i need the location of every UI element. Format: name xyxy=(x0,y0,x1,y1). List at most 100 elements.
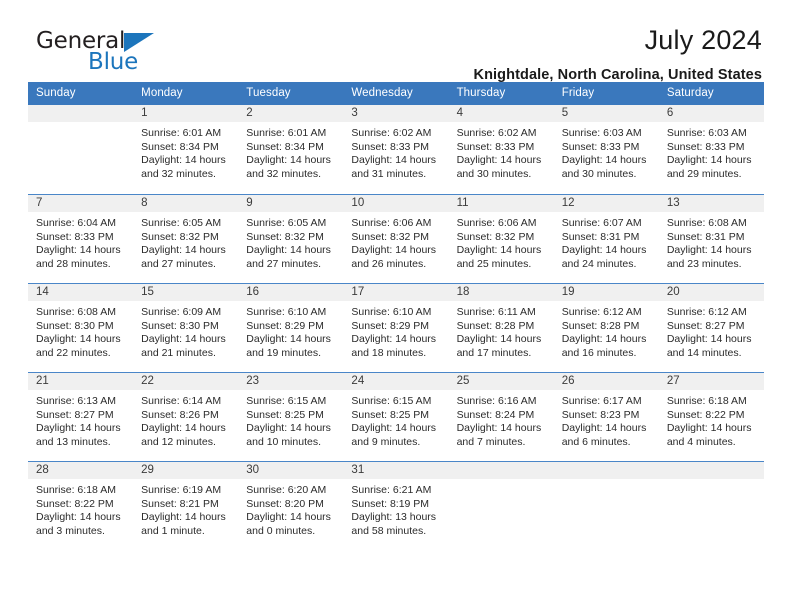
sunrise-text: Sunrise: 6:21 AM xyxy=(351,484,432,496)
day-number: 7 xyxy=(28,195,134,212)
calendar-day-cell[interactable]: 2 Sunrise: 6:01 AM Sunset: 8:34 PM Daylight… xyxy=(238,105,344,194)
calendar-day-cell[interactable]: 9 Sunrise: 6:05 AM Sunset: 8:32 PM Daylight… xyxy=(238,195,344,283)
sunset-text: Sunset: 8:24 PM xyxy=(456,408,535,421)
weekday-header-friday: Friday xyxy=(561,87,595,99)
calendar-day-cell[interactable]: 6 Sunrise: 6:03 AM Sunset: 8:33 PM Daylight… xyxy=(658,105,764,194)
day-number xyxy=(658,462,764,479)
daylight-text: Daylight: 14 hours and 10 minutes. xyxy=(246,422,331,448)
calendar-day-cell[interactable]: 28 Sunrise: 6:18 AM Sunset: 8:22 PM Dayligh… xyxy=(28,462,134,550)
day-sun-info: Sunrise: 6:01 AM Sunset: 8:34 PM Daylight:… xyxy=(238,122,343,181)
day-number: 30 xyxy=(238,462,344,479)
weekday-header-monday: Monday xyxy=(141,87,183,99)
calendar-day-cell[interactable]: 19 Sunrise: 6:12 AM Sunset: 8:28 PM Dayligh… xyxy=(553,284,659,372)
calendar-day-cell[interactable]: 27 Sunrise: 6:18 AM Sunset: 8:22 PM Dayligh… xyxy=(658,373,764,461)
calendar-day-cell[interactable]: 25 Sunrise: 6:16 AM Sunset: 8:24 PM Dayligh… xyxy=(448,373,554,461)
day-sun-info: Sunrise: 6:07 AM Sunset: 8:31 PM Daylight:… xyxy=(554,212,659,271)
sunrise-text: Sunrise: 6:08 AM xyxy=(36,306,116,318)
day-sun-info: Sunrise: 6:14 AM Sunset: 8:26 PM Daylight:… xyxy=(133,390,238,449)
sunrise-text: Sunrise: 6:16 AM xyxy=(456,395,537,407)
sunrise-text: Sunrise: 6:10 AM xyxy=(246,306,327,318)
sunset-text: Sunset: 8:28 PM xyxy=(561,319,640,332)
calendar-day-cell[interactable]: 1 Sunrise: 6:01 AM Sunset: 8:34 PM Daylight… xyxy=(133,105,239,194)
sunset-text: Sunset: 8:32 PM xyxy=(351,230,430,243)
daylight-text: Daylight: 14 hours and 6 minutes. xyxy=(561,422,647,448)
day-sun-info: Sunrise: 6:03 AM Sunset: 8:33 PM Daylight:… xyxy=(554,122,659,181)
sunset-text: Sunset: 8:31 PM xyxy=(666,230,745,243)
daylight-text: Daylight: 14 hours and 3 minutes. xyxy=(36,511,121,537)
calendar-day-cell[interactable]: 26 Sunrise: 6:17 AM Sunset: 8:23 PM Dayligh… xyxy=(553,373,659,461)
calendar-day-cell[interactable]: 13 Sunrise: 6:08 AM Sunset: 8:31 PM Dayligh… xyxy=(658,195,764,283)
day-number: 26 xyxy=(553,373,659,390)
daylight-text: Daylight: 14 hours and 27 minutes. xyxy=(246,244,331,270)
day-number: 10 xyxy=(343,195,449,212)
sunset-text: Sunset: 8:30 PM xyxy=(141,319,219,332)
day-number: 11 xyxy=(448,195,554,212)
calendar-day-cell[interactable]: 20 Sunrise: 6:12 AM Sunset: 8:27 PM Dayligh… xyxy=(658,284,764,372)
sunset-text: Sunset: 8:30 PM xyxy=(36,319,114,332)
calendar-week-row: 21 Sunrise: 6:13 AM Sunset: 8:27 PM Dayligh… xyxy=(28,372,764,461)
sunset-text: Sunset: 8:31 PM xyxy=(561,230,640,243)
sunset-text: Sunset: 8:34 PM xyxy=(246,140,324,153)
sunrise-text: Sunrise: 6:05 AM xyxy=(141,217,222,229)
weekday-header-tuesday: Tuesday xyxy=(246,87,291,99)
calendar-week-row: 14 Sunrise: 6:08 AM Sunset: 8:30 PM Dayligh… xyxy=(28,283,764,372)
calendar-day-cell[interactable]: 16 Sunrise: 6:10 AM Sunset: 8:29 PM Dayligh… xyxy=(238,284,344,372)
calendar-day-cell[interactable]: 11 Sunrise: 6:06 AM Sunset: 8:32 PM Dayligh… xyxy=(448,195,554,283)
calendar-day-cell[interactable]: 5 Sunrise: 6:03 AM Sunset: 8:33 PM Daylight… xyxy=(553,105,659,194)
calendar-day-cell[interactable]: 17 Sunrise: 6:10 AM Sunset: 8:29 PM Dayligh… xyxy=(343,284,449,372)
calendar-day-cell[interactable]: 23 Sunrise: 6:15 AM Sunset: 8:25 PM Dayligh… xyxy=(238,373,344,461)
day-number: 24 xyxy=(343,373,449,390)
page-subtitle: Knightdale, North Carolina, United State… xyxy=(473,66,762,83)
calendar-day-cell[interactable]: 24 Sunrise: 6:15 AM Sunset: 8:25 PM Dayligh… xyxy=(343,373,449,461)
calendar-day-cell[interactable]: 7 Sunrise: 6:04 AM Sunset: 8:33 PM Daylight… xyxy=(28,195,134,283)
day-number: 3 xyxy=(343,105,449,122)
calendar-day-cell[interactable]: 30 Sunrise: 6:20 AM Sunset: 8:20 PM Dayligh… xyxy=(238,462,344,550)
sunset-text: Sunset: 8:23 PM xyxy=(561,408,640,421)
calendar-day-cell[interactable]: 29 Sunrise: 6:19 AM Sunset: 8:21 PM Dayligh… xyxy=(133,462,239,550)
sunrise-text: Sunrise: 6:13 AM xyxy=(36,395,116,407)
daylight-text: Daylight: 14 hours and 19 minutes. xyxy=(246,333,331,359)
daylight-text: Daylight: 14 hours and 30 minutes. xyxy=(561,154,647,180)
daylight-text: Daylight: 14 hours and 24 minutes. xyxy=(561,244,647,270)
calendar-day-cell[interactable]: 31 Sunrise: 6:21 AM Sunset: 8:19 PM Dayligh… xyxy=(343,462,449,550)
calendar-day-cell[interactable]: 22 Sunrise: 6:14 AM Sunset: 8:26 PM Dayligh… xyxy=(133,373,239,461)
day-sun-info: Sunrise: 6:06 AM Sunset: 8:32 PM Daylight:… xyxy=(343,212,448,271)
calendar-day-cell[interactable]: 15 Sunrise: 6:09 AM Sunset: 8:30 PM Dayligh… xyxy=(133,284,239,372)
calendar-day-cell[interactable]: 10 Sunrise: 6:06 AM Sunset: 8:32 PM Dayligh… xyxy=(343,195,449,283)
sunset-text: Sunset: 8:33 PM xyxy=(561,140,640,153)
daylight-text: Daylight: 14 hours and 25 minutes. xyxy=(456,244,542,270)
calendar-day-cell[interactable]: 18 Sunrise: 6:11 AM Sunset: 8:28 PM Dayligh… xyxy=(448,284,554,372)
day-sun-info: Sunrise: 6:12 AM Sunset: 8:28 PM Daylight:… xyxy=(554,301,659,360)
day-sun-info: Sunrise: 6:06 AM Sunset: 8:32 PM Daylight:… xyxy=(449,212,554,271)
calendar-day-cell[interactable]: 12 Sunrise: 6:07 AM Sunset: 8:31 PM Dayligh… xyxy=(553,195,659,283)
calendar-day-cell-empty xyxy=(28,105,134,194)
day-sun-info: Sunrise: 6:04 AM Sunset: 8:33 PM Daylight:… xyxy=(28,212,133,271)
calendar-day-cell[interactable]: 3 Sunrise: 6:02 AM Sunset: 8:33 PM Daylight… xyxy=(343,105,449,194)
day-number xyxy=(28,105,134,122)
sunset-text: Sunset: 8:34 PM xyxy=(141,140,219,153)
sunrise-text: Sunrise: 6:01 AM xyxy=(246,127,327,139)
general-blue-logo[interactable]: General Blue xyxy=(28,26,178,78)
daylight-text: Daylight: 14 hours and 32 minutes. xyxy=(141,154,226,180)
day-sun-info: Sunrise: 6:19 AM Sunset: 8:21 PM Daylight:… xyxy=(133,479,238,538)
day-number: 23 xyxy=(238,373,344,390)
calendar-day-cell[interactable]: 4 Sunrise: 6:02 AM Sunset: 8:33 PM Daylight… xyxy=(448,105,554,194)
calendar-weeks: 1 Sunrise: 6:01 AM Sunset: 8:34 PM Daylight… xyxy=(28,105,764,550)
day-number: 21 xyxy=(28,373,134,390)
calendar-day-cell[interactable]: 14 Sunrise: 6:08 AM Sunset: 8:30 PM Dayligh… xyxy=(28,284,134,372)
logo-text-blue: Blue xyxy=(88,49,139,75)
sunset-text: Sunset: 8:25 PM xyxy=(246,408,324,421)
day-sun-info: Sunrise: 6:09 AM Sunset: 8:30 PM Daylight:… xyxy=(133,301,238,360)
day-number xyxy=(448,462,554,479)
calendar-day-cell[interactable]: 8 Sunrise: 6:05 AM Sunset: 8:32 PM Daylight… xyxy=(133,195,239,283)
sunrise-text: Sunrise: 6:04 AM xyxy=(36,217,116,229)
daylight-text: Daylight: 14 hours and 26 minutes. xyxy=(351,244,437,270)
day-sun-info: Sunrise: 6:12 AM Sunset: 8:27 PM Daylight:… xyxy=(659,301,764,360)
sunset-text: Sunset: 8:33 PM xyxy=(456,140,535,153)
sunrise-text: Sunrise: 6:05 AM xyxy=(246,217,327,229)
day-sun-info: Sunrise: 6:03 AM Sunset: 8:33 PM Daylight:… xyxy=(659,122,764,181)
day-sun-info: Sunrise: 6:10 AM Sunset: 8:29 PM Daylight:… xyxy=(343,301,448,360)
sunset-text: Sunset: 8:33 PM xyxy=(666,140,745,153)
sunset-text: Sunset: 8:27 PM xyxy=(36,408,114,421)
calendar-day-cell[interactable]: 21 Sunrise: 6:13 AM Sunset: 8:27 PM Dayligh… xyxy=(28,373,134,461)
